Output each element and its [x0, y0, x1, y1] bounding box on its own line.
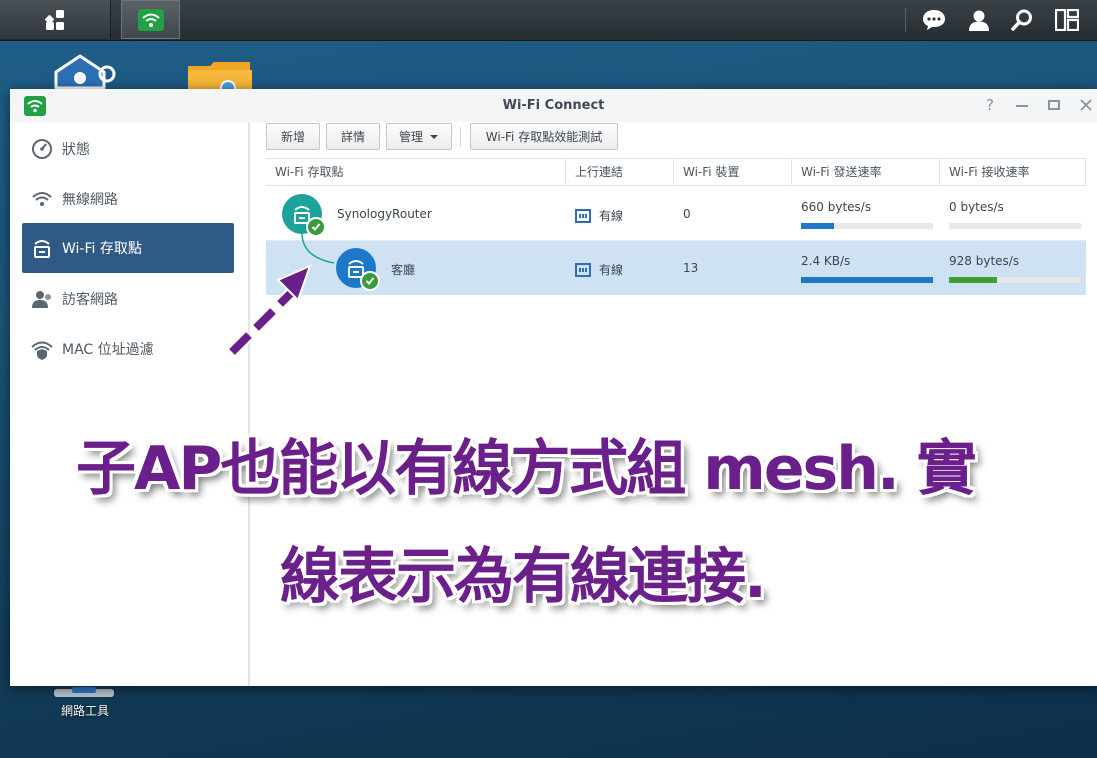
sidebar-item-label: 訪客網路 — [62, 292, 118, 308]
toolbar-divider — [460, 127, 461, 147]
desktop-network-tools-label[interactable]: 網路工具 — [40, 702, 130, 719]
user-button[interactable] — [959, 0, 999, 39]
add-button[interactable]: 新增 — [266, 123, 320, 150]
sidebar-item-status[interactable]: 狀態 — [22, 124, 234, 174]
minimize-icon — [1016, 105, 1028, 107]
help-icon: ? — [986, 96, 994, 114]
shield-wifi-icon — [30, 337, 54, 361]
uplink-cell: 有線 — [575, 261, 623, 278]
tx-rate-bar — [801, 277, 933, 283]
rx-rate: 928 bytes/s — [949, 254, 1020, 268]
user-icon — [969, 10, 989, 31]
uplink-cell: 有線 — [575, 207, 623, 224]
chat-bubble-icon — [923, 9, 945, 30]
tx-rate: 2.4 KB/s — [801, 254, 851, 268]
sidebar: 狀態 無線網路 Wi-Fi 存取點 訪客網路 MAC 位址過濾 — [10, 122, 250, 686]
wifi-icon — [30, 187, 54, 211]
speed-test-button[interactable]: Wi-Fi 存取點效能測試 — [470, 123, 618, 150]
window-title: Wi-Fi Connect — [502, 98, 605, 113]
maximize-icon — [1048, 100, 1060, 110]
ap-name: SynologyRouter — [337, 207, 432, 221]
sidebar-item-wireless[interactable]: 無線網路 — [22, 174, 234, 224]
wifi-app-icon — [137, 8, 164, 31]
notifications-button[interactable] — [914, 0, 954, 39]
manage-label: 管理 — [398, 130, 423, 144]
manage-dropdown-button[interactable]: 管理 — [386, 123, 452, 150]
column-header-tx-rate[interactable]: Wi-Fi 發送速率 — [792, 159, 940, 185]
ap-name: 客廳 — [391, 263, 416, 277]
maximize-button[interactable] — [1044, 95, 1064, 115]
gauge-icon — [30, 137, 54, 161]
minimize-button[interactable] — [1012, 95, 1032, 115]
tx-rate-bar-fill — [801, 277, 933, 283]
check-icon — [360, 271, 380, 291]
annotation-arrow — [227, 264, 312, 357]
desktop-network-tools-icon[interactable] — [54, 684, 114, 703]
search-icon — [1011, 9, 1032, 31]
help-button[interactable]: ? — [980, 95, 1000, 115]
rx-rate-bar — [949, 277, 1081, 283]
rx-rate: 0 bytes/s — [949, 200, 1004, 214]
annotation-caption-line1: 子AP也能以有線方式組 mesh. 實 — [76, 434, 977, 504]
network-tools-icon — [54, 687, 114, 697]
device-count: 13 — [683, 261, 699, 275]
annotation-caption-line2: 線表示為有線連接. — [280, 542, 767, 612]
window-titlebar[interactable]: Wi-Fi Connect ? — [10, 89, 1097, 122]
ethernet-icon — [575, 262, 591, 277]
tx-rate-bar — [801, 223, 933, 229]
device-count: 0 — [683, 207, 691, 221]
sidebar-item-mac-filter[interactable]: MAC 位址過濾 — [22, 324, 234, 374]
column-header-uplink[interactable]: 上行連結 — [566, 159, 674, 185]
close-button[interactable] — [1076, 95, 1096, 115]
taskbar — [0, 0, 1097, 41]
caret-down-icon — [430, 134, 438, 139]
widgets-button[interactable] — [1047, 0, 1087, 39]
widgets-icon — [1055, 8, 1079, 31]
tx-rate: 660 bytes/s — [801, 200, 872, 214]
search-button[interactable] — [1002, 0, 1042, 39]
uplink-label: 有線 — [599, 209, 624, 223]
close-icon — [1080, 99, 1092, 111]
uplink-label: 有線 — [599, 263, 624, 277]
sidebar-item-label: Wi-Fi 存取點 — [62, 241, 142, 257]
desktop: 網路工具 Wi-Fi Connect ? 狀態 無線網路 Wi-Fi 存取點 訪… — [0, 0, 1097, 758]
column-header-devices[interactable]: Wi-Fi 裝置 — [674, 159, 792, 185]
sidebar-item-label: MAC 位址過濾 — [62, 342, 154, 358]
router-icon — [30, 236, 54, 260]
sidebar-item-wifi-access-points[interactable]: Wi-Fi 存取點 — [22, 223, 234, 273]
details-button[interactable]: 詳情 — [326, 123, 380, 150]
table-row-selected[interactable]: 客廳 有線 13 2.4 KB/s 928 bytes/s — [266, 233, 1086, 295]
network-hub-icon — [54, 54, 116, 90]
folder-icon — [188, 62, 252, 96]
table-row[interactable]: SynologyRouter 有線 0 660 bytes/s 0 bytes/… — [266, 187, 1086, 241]
main-menu-button[interactable] — [0, 0, 111, 39]
taskbar-wifi-connect-button[interactable] — [121, 0, 180, 39]
rx-rate-bar-fill — [949, 277, 997, 283]
sidebar-item-guest-network[interactable]: 訪客網路 — [22, 274, 234, 324]
apps-grid-icon — [45, 9, 64, 30]
column-header-access-point[interactable]: Wi-Fi 存取點 — [266, 159, 566, 185]
rx-rate-bar — [949, 223, 1081, 229]
ethernet-icon — [575, 208, 591, 223]
guest-icon — [30, 287, 54, 311]
column-header-rx-rate[interactable]: Wi-Fi 接收速率 — [940, 159, 1086, 185]
table-header: Wi-Fi 存取點 上行連結 Wi-Fi 裝置 Wi-Fi 發送速率 Wi-Fi… — [266, 158, 1086, 186]
desktop-network-center-icon[interactable] — [52, 54, 118, 94]
sidebar-item-label: 無線網路 — [62, 192, 118, 208]
tx-rate-bar-fill — [801, 223, 834, 229]
taskbar-separator — [905, 8, 906, 32]
sidebar-item-label: 狀態 — [62, 142, 90, 158]
